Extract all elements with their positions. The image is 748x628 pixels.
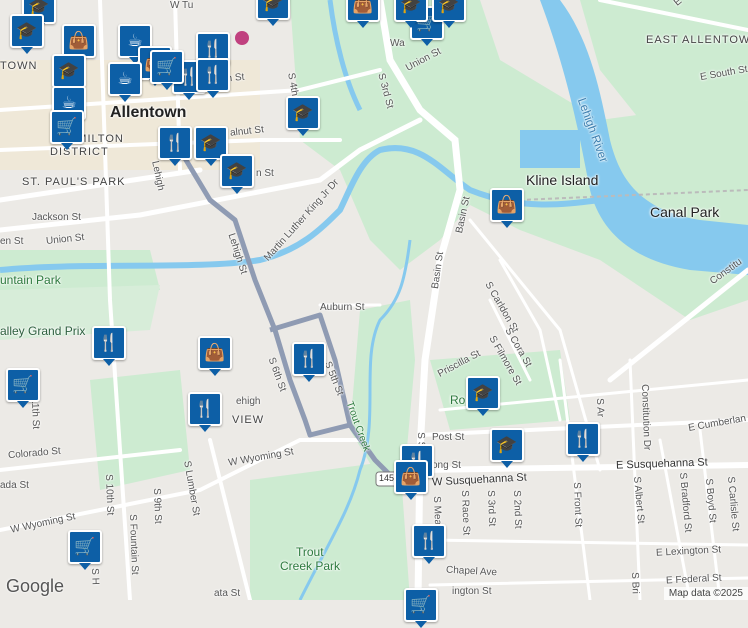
- grocery-cart-icon: 🛒: [410, 595, 432, 615]
- grocery-cart-icon: 🛒: [12, 375, 34, 395]
- label-fountain-park: untain Park: [0, 273, 61, 287]
- label-s-race-st: S Race St: [459, 490, 472, 536]
- shopping-pin[interactable]: 👜: [62, 24, 96, 64]
- shopping-bag-icon: 👜: [204, 343, 226, 363]
- restaurant-pin[interactable]: 🍴: [196, 58, 230, 98]
- label-s-2nd-st: S 2nd St: [511, 490, 524, 529]
- grocery-cart-icon: 🛒: [56, 117, 78, 137]
- label-ong-st: ong St: [432, 460, 461, 471]
- label-kline-island: Kline Island: [526, 172, 599, 188]
- school-icon: 🎓: [472, 383, 494, 403]
- restaurant-pin[interactable]: 🍴: [92, 326, 126, 366]
- shopping-bag-icon: 👜: [400, 467, 422, 487]
- coffee-pin[interactable]: ☕: [108, 62, 142, 102]
- label-trout-creek-park-1: Trout: [296, 545, 324, 559]
- label-s-h: S H: [89, 568, 101, 586]
- shopping-bag-icon: 👜: [352, 0, 374, 15]
- label-east-allentown: EAST ALLENTOWN: [646, 34, 748, 46]
- label-s-3rd-st-low: S 3rd St: [485, 490, 498, 527]
- label-s-9th-st: S 9th St: [151, 488, 164, 524]
- label-ata-st: ata St: [214, 588, 241, 599]
- school-pin[interactable]: 🎓: [432, 0, 466, 28]
- restaurant-icon: 🍴: [202, 39, 224, 59]
- school-pin[interactable]: 🎓: [490, 428, 524, 468]
- restaurant-pin[interactable]: 🍴: [188, 392, 222, 432]
- grocery-pin[interactable]: 🛒: [150, 50, 184, 90]
- school-icon: 🎓: [16, 21, 38, 41]
- shopping-pin[interactable]: 👜: [490, 188, 524, 228]
- school-icon: 🎓: [292, 103, 314, 123]
- shopping-pin[interactable]: 👜: [198, 336, 232, 376]
- label-post-st: Post St: [432, 432, 465, 443]
- school-icon: 🎓: [200, 133, 222, 153]
- coffee-icon: ☕: [117, 69, 133, 89]
- label-s-10th-st: S 10th St: [103, 474, 116, 516]
- label-trout-creek-park-2: Creek Park: [280, 559, 341, 573]
- label-canal-park: Canal Park: [650, 204, 720, 220]
- label-valley-grand-prix: alley Grand Prix: [0, 324, 86, 338]
- shopping-pin[interactable]: 👜: [346, 0, 380, 28]
- label-view: VIEW: [232, 414, 265, 426]
- restaurant-icon: 🍴: [98, 333, 120, 353]
- school-icon: 🎓: [400, 0, 422, 15]
- pool: [520, 130, 580, 168]
- school-pin[interactable]: 🎓: [220, 154, 254, 194]
- school-icon: 🎓: [438, 0, 460, 15]
- label-en-st: en St: [0, 236, 24, 247]
- grocery-pin[interactable]: 🛒: [404, 588, 438, 628]
- restaurant-pin[interactable]: 🍴: [158, 126, 192, 166]
- label-jackson-st: Jackson St: [32, 212, 81, 223]
- google-logo: Google: [6, 576, 65, 596]
- map-attribution[interactable]: Map data ©2025: [663, 587, 748, 600]
- label-s-bri: S Bri: [629, 572, 641, 595]
- poi-marker-pink[interactable]: [235, 31, 249, 45]
- label-town: TOWN: [0, 60, 38, 72]
- label-ada-st: ada St: [0, 480, 29, 491]
- shopping-bag-icon: 👜: [68, 31, 90, 51]
- label-n-st: n St: [256, 168, 274, 179]
- school-icon: 🎓: [496, 435, 518, 455]
- park-area-west: [90, 370, 190, 490]
- label-ington-st: ington St: [452, 586, 492, 597]
- school-pin[interactable]: 🎓: [52, 54, 86, 94]
- label-allentown: Allentown: [110, 104, 187, 121]
- shopping-pin[interactable]: 👜: [394, 460, 428, 500]
- grocery-cart-icon: 🛒: [74, 537, 96, 557]
- school-icon: 🎓: [58, 61, 80, 81]
- restaurant-icon: 🍴: [572, 429, 594, 449]
- grocery-pin[interactable]: 🛒: [68, 530, 102, 570]
- restaurant-icon: 🍴: [298, 349, 320, 369]
- restaurant-icon: 🍴: [194, 399, 216, 419]
- school-pin[interactable]: 🎓: [10, 14, 44, 54]
- school-pin[interactable]: 🎓: [394, 0, 428, 28]
- restaurant-pin[interactable]: 🍴: [566, 422, 600, 462]
- label-st-pauls-park: ST. PAUL'S PARK: [22, 176, 126, 188]
- school-icon: 🎓: [262, 0, 284, 13]
- school-icon: 🎓: [226, 161, 248, 181]
- school-pin[interactable]: 🎓: [256, 0, 290, 26]
- grocery-cart-icon: 🛒: [156, 57, 178, 77]
- restaurant-icon: 🍴: [202, 65, 224, 85]
- label-s-fountain-st: S Fountain St: [127, 514, 141, 575]
- label-district: DISTRICT: [50, 146, 109, 158]
- label-s-ar: S Ar: [594, 398, 606, 418]
- restaurant-pin[interactable]: 🍴: [292, 342, 326, 382]
- label-w-tu: W Tu: [170, 0, 194, 11]
- label-s-mea: S Mea: [431, 496, 444, 526]
- grocery-pin[interactable]: 🛒: [6, 368, 40, 408]
- grocery-pin[interactable]: 🛒: [50, 110, 84, 150]
- route-shield-label: 145: [379, 473, 395, 483]
- label-wa: Wa: [390, 38, 405, 49]
- restaurant-icon: 🍴: [418, 531, 440, 551]
- label-ehigh: ehigh: [236, 396, 261, 407]
- restaurant-icon: 🍴: [164, 133, 186, 153]
- school-pin[interactable]: 🎓: [286, 96, 320, 136]
- label-s-front-st: S Front St: [571, 482, 584, 528]
- label-constitution-dr: Constitution Dr: [639, 384, 653, 451]
- school-pin[interactable]: 🎓: [466, 376, 500, 416]
- label-11th-st: 11th St: [29, 398, 42, 430]
- label-auburn-st: Auburn St: [320, 302, 365, 313]
- shopping-bag-icon: 👜: [496, 195, 518, 215]
- restaurant-pin[interactable]: 🍴: [412, 524, 446, 564]
